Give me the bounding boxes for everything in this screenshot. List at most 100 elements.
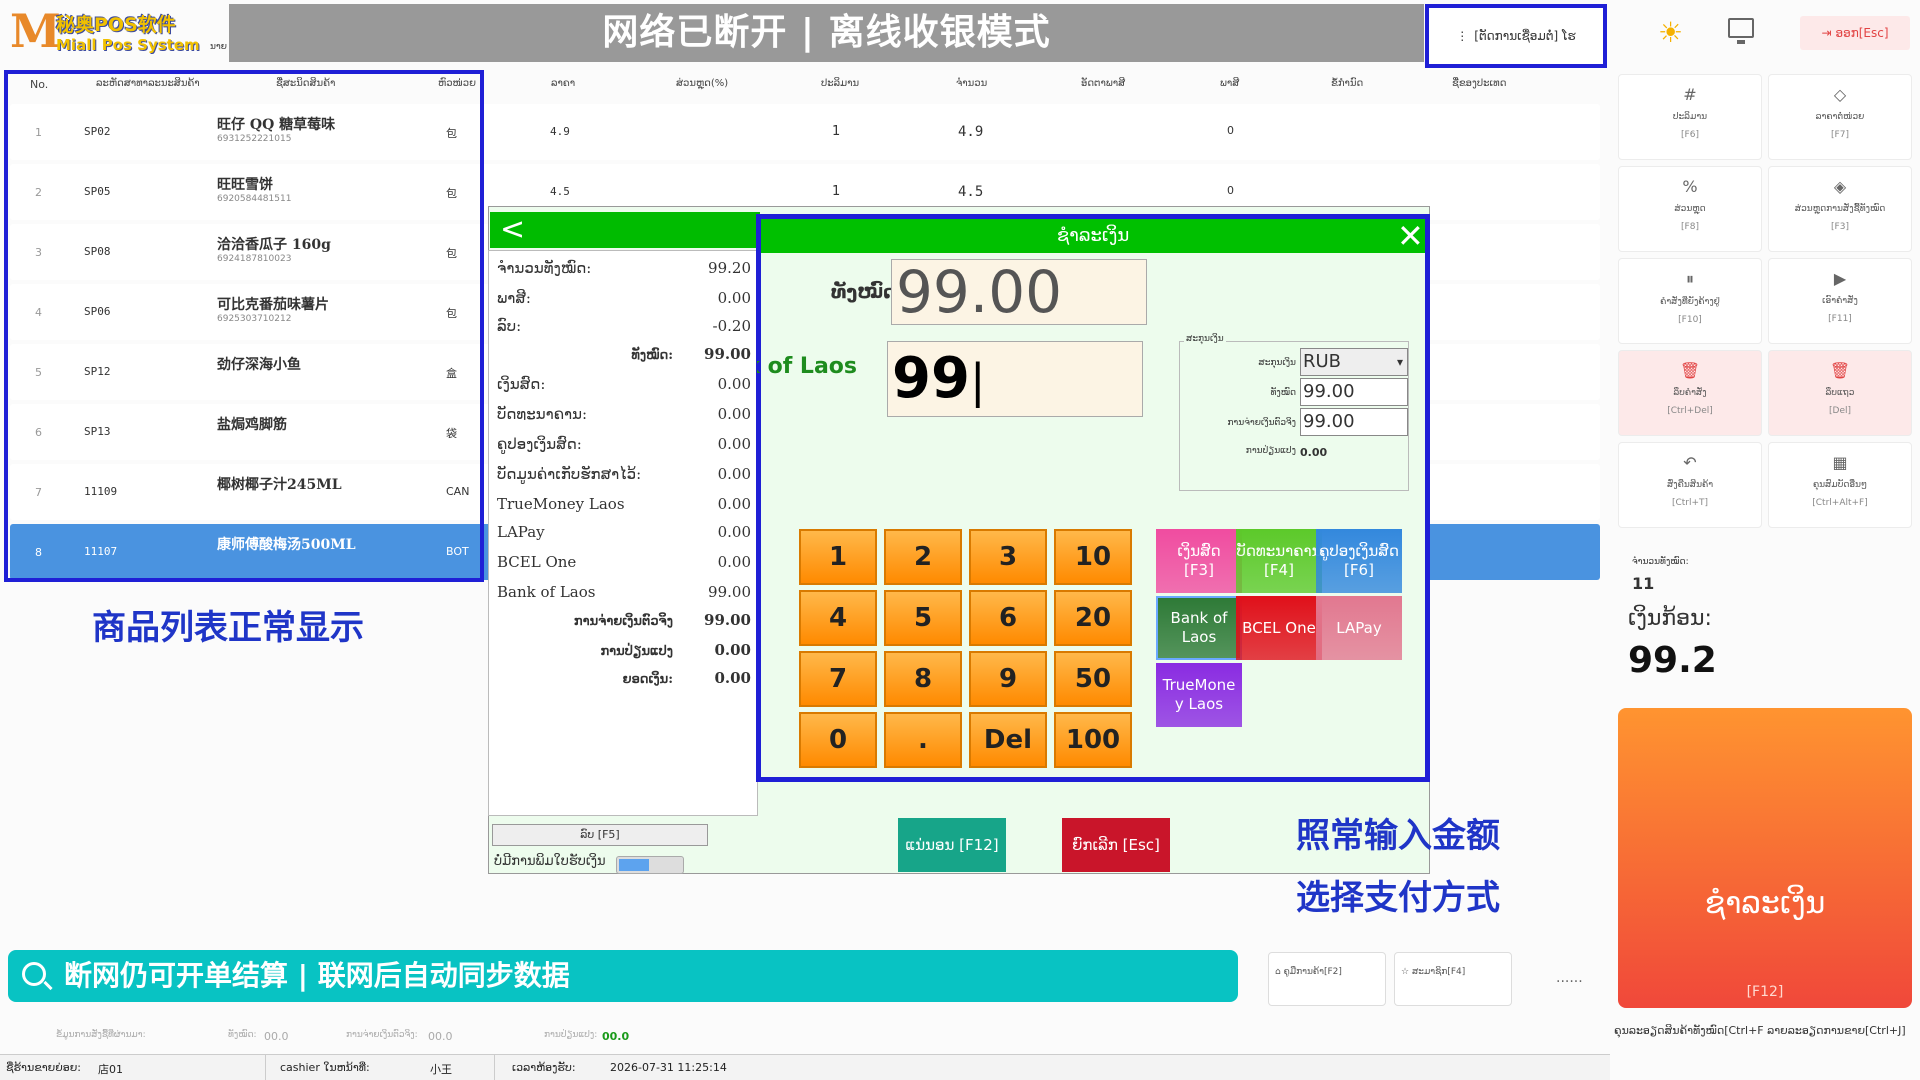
monitor-icon[interactable] <box>1728 18 1754 44</box>
function-button-icon: % <box>1682 177 1698 196</box>
function-button-label: ລາຄາຕໍ່ໜ່ວຍ <box>1815 112 1865 122</box>
last-total-value: 00.0 <box>264 1030 289 1043</box>
offline-banner: 网络已断开 | 离线收银模式 <box>229 4 1424 62</box>
numpad-key-20[interactable]: 20 <box>1054 590 1132 646</box>
function-button-key: [Del] <box>1829 406 1851 416</box>
no-print-toggle[interactable] <box>616 856 684 874</box>
summary-line-value: 0.00 <box>717 553 751 571</box>
scan-search-bar[interactable]: 断网仍可开单结算 | 联网后自动同步数据 <box>8 950 1238 1002</box>
currency-select[interactable]: RUB <box>1300 348 1408 376</box>
function-button[interactable]: ⏸ ຄຳສັ່ງທີ່ຍັງຄ້າງຢູ່ [F10] <box>1618 258 1762 344</box>
summary-line-value: 99.00 <box>704 345 751 363</box>
item-count-value: 11 <box>1632 574 1655 593</box>
last-order-label: ຂໍ້ມູນການສັ່ງຊື້ທີ່ຜ່ານມາ: <box>56 1030 146 1040</box>
grand-total-value: 99.2 <box>1628 640 1717 681</box>
summary-line-label: ພາສີ: <box>497 289 531 307</box>
summary-line-label: ບັດທະນາຄານ: <box>497 405 588 423</box>
function-button[interactable]: 🗑 ລຶບແຖວ [Del] <box>1768 350 1912 436</box>
logout-icon: ⇥ <box>1821 26 1832 40</box>
numpad-key-5[interactable]: 5 <box>884 590 962 646</box>
function-button-icon: ◇ <box>1833 85 1847 104</box>
discount-button[interactable]: ລົບ [F5] <box>492 824 708 846</box>
dialog-title: ຊຳລະເງິນ <box>761 219 1425 253</box>
pay-method-button[interactable]: ຄູປອງເງິນສົດ [F6] <box>1316 529 1402 593</box>
more-dots[interactable]: ...... <box>1556 970 1583 986</box>
numpad-key-dot[interactable]: . <box>884 712 962 768</box>
summary-line: ທັງໝົດ: 99.00 <box>497 345 753 363</box>
pay-method-button[interactable]: BCEL One <box>1236 596 1322 660</box>
logo-cn-text: 秘奥POS软件 <box>56 14 176 36</box>
close-icon[interactable]: ✕ <box>1397 219 1424 253</box>
summary-line-label: Bank of Laos <box>497 583 596 601</box>
function-button[interactable]: # ປະລິມານ [F6] <box>1618 74 1762 160</box>
last-change-value: 00.0 <box>602 1030 630 1043</box>
logo-mark: M <box>10 4 61 58</box>
time-value: 2026-07-31 11:25:14 <box>610 1061 727 1074</box>
back-chevron-icon[interactable]: < <box>500 212 525 248</box>
pay-method-button[interactable]: ບັດທະນາຄານ [F4] <box>1236 529 1322 593</box>
pay-amount-value: 99 <box>892 346 970 411</box>
col-tax: ພາສີ <box>1220 78 1240 89</box>
numpad-key-2[interactable]: 2 <box>884 529 962 585</box>
function-button[interactable]: 🗑 ລຶບຄຳສັ່ງ [Ctrl+Del] <box>1618 350 1762 436</box>
function-button[interactable]: % ສ່ວນຫຼຸດ [F8] <box>1618 166 1762 252</box>
numpad-key-7[interactable]: 7 <box>799 651 877 707</box>
item-count-label: ຈຳນວນທັງໝົດ: <box>1632 557 1689 567</box>
numpad-key-3[interactable]: 3 <box>969 529 1047 585</box>
numpad-key-50[interactable]: 50 <box>1054 651 1132 707</box>
summary-line-value: 0.00 <box>717 523 751 541</box>
row-tax: 0 <box>1227 184 1234 197</box>
function-button-label: ເອົາຄຳສັ່ງ <box>1822 296 1858 306</box>
cancel-button[interactable]: ຍົກເລີກ [Esc] <box>1062 818 1170 872</box>
numpad-key-100[interactable]: 100 <box>1054 712 1132 768</box>
numpad-key-1[interactable]: 1 <box>799 529 877 585</box>
col-spec: ຂໍ້ກຳນົດ <box>1331 78 1364 89</box>
summary-line: ບັດມູນຄ່າເກັບຮັກສາໄວ້: 0.00 <box>497 465 753 483</box>
pay-amount-input[interactable]: 99| <box>887 341 1143 417</box>
function-button-icon: ▦ <box>1832 453 1848 472</box>
numpad-key-9[interactable]: 9 <box>969 651 1047 707</box>
pay-method-button[interactable]: Bank of Laos <box>1156 596 1242 660</box>
logout-button[interactable]: ⇥ ອອກ[Esc] <box>1800 16 1910 50</box>
cur-total-field[interactable]: 99.00 <box>1300 378 1408 406</box>
total-label: ທັງໝົດ <box>831 281 897 303</box>
numpad-key-8[interactable]: 8 <box>884 651 962 707</box>
store-label: ຊື່ຮ້ານຂາຍຍ່ອຍ: <box>6 1061 82 1074</box>
function-button[interactable]: ↶ ສົ່ງຄືນສິນຄ້າ [Ctrl+T] <box>1618 442 1762 528</box>
row-qty: 1 <box>832 184 841 199</box>
function-button-icon: ⏸ <box>1685 269 1694 288</box>
summary-line-value: 0.00 <box>714 641 751 659</box>
numpad-key-10[interactable]: 10 <box>1054 529 1132 585</box>
summary-line: ຍອດເງິນ: 0.00 <box>497 669 753 687</box>
function-button-key: [F8] <box>1681 222 1699 232</box>
row-amount: 4.5 <box>958 184 984 200</box>
network-status-label: [ຕັດການເຊື່ອມຕໍ່] ໂຮ <box>1474 29 1576 43</box>
pay-method-button[interactable]: LAPay <box>1316 596 1402 660</box>
summary-line: TrueMoney Laos 0.00 <box>497 495 753 513</box>
numpad-key-0[interactable]: 0 <box>799 712 877 768</box>
theme-sun-icon[interactable]: ☀ <box>1658 16 1683 49</box>
pay-method-button[interactable]: ເງິນສົດ [F3] <box>1156 529 1242 593</box>
list-annotation: 商品列表正常显示 <box>92 608 364 648</box>
function-button[interactable]: ▦ ຄຸນສົມບັດອື່ນໆ [Ctrl+Alt+F] <box>1768 442 1912 528</box>
member-button[interactable]: ☆ ສະມາຊິກ[F4] <box>1394 952 1512 1006</box>
function-button[interactable]: ▶ ເອົາຄຳສັ່ງ [F11] <box>1768 258 1912 344</box>
pay-method-label: nk of Laos <box>757 354 857 379</box>
col-origin: ຊື່ຂອງປະເທດ <box>1452 78 1507 89</box>
numpad-key-4[interactable]: 4 <box>799 590 877 646</box>
function-button[interactable]: ◈ ສ່ວນຫຼຸດການສັ່ງຊື້ທັງໝົດ [F3] <box>1768 166 1912 252</box>
status-divider <box>494 1055 495 1080</box>
numpad-key-6[interactable]: 6 <box>969 590 1047 646</box>
pay-method-button[interactable]: TrueMone y Laos <box>1156 663 1242 727</box>
function-button[interactable]: ◇ ລາຄາຕໍ່ໜ່ວຍ [F7] <box>1768 74 1912 160</box>
dialog-annotation-2: 选择支付方式 <box>1296 878 1500 918</box>
numpad-key-del[interactable]: Del <box>969 712 1047 768</box>
cur-change-value: 0.00 <box>1300 446 1328 459</box>
confirm-button[interactable]: ແນ່ນອນ [F12] <box>898 818 1006 872</box>
summary-line-label: LAPay <box>497 523 545 541</box>
checkout-button[interactable]: ຊຳລະເງິນ [F12] <box>1618 708 1912 1008</box>
function-button-icon: ▶ <box>1833 269 1847 288</box>
trade-guide-button[interactable]: ⌂ ຄູມືການຄ້າ[F2] <box>1268 952 1386 1006</box>
network-status[interactable]: ⋮ [ຕັດການເຊື່ອມຕໍ່] ໂຮ <box>1425 4 1607 68</box>
cur-paid-field[interactable]: 99.00 <box>1300 408 1408 436</box>
